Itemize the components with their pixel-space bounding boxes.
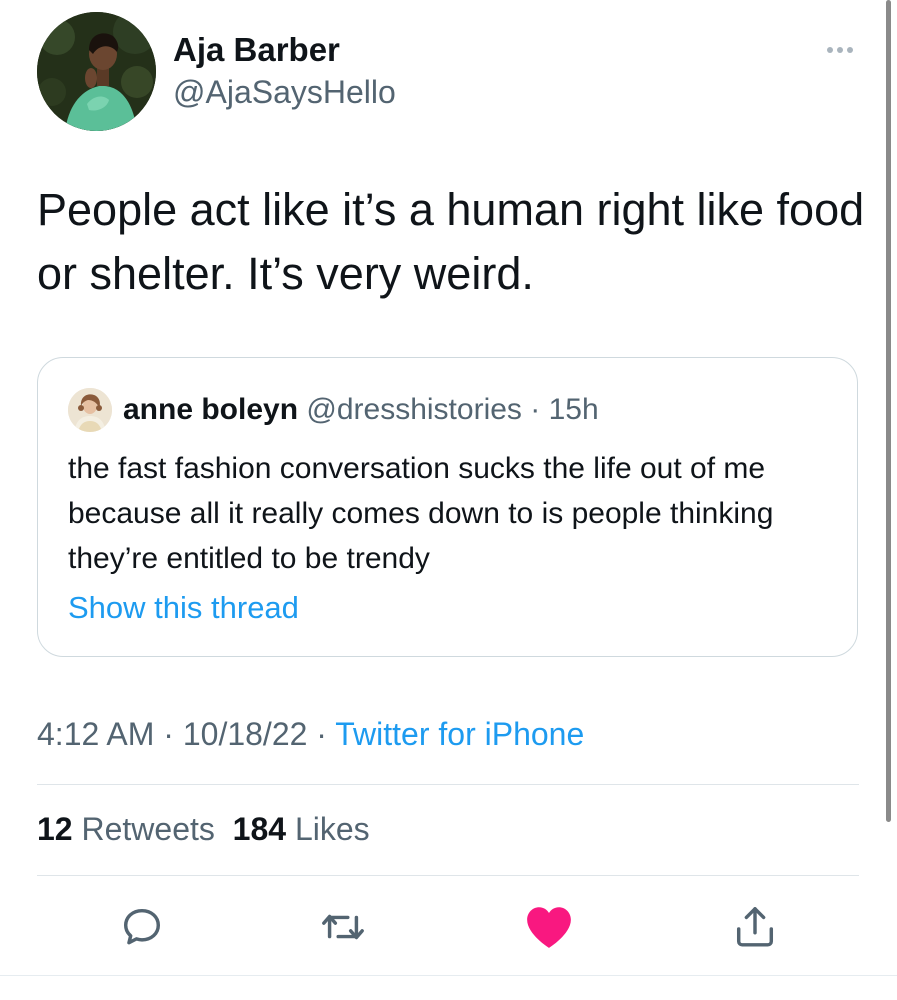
- quote-author-avatar-image: [68, 388, 112, 432]
- author-handle[interactable]: @AjaSaysHello: [173, 74, 396, 111]
- quote-author-name[interactable]: anne boleyn: [123, 393, 298, 426]
- more-dot-icon: [847, 47, 853, 53]
- heart-icon: [527, 907, 571, 948]
- quote-separator: ·: [521, 393, 549, 426]
- share-button[interactable]: [730, 902, 780, 952]
- more-dot-icon: [837, 47, 843, 53]
- likes-label: Likes: [294, 811, 370, 847]
- quote-header: anne boleyn @dresshistories · 15h: [123, 393, 599, 427]
- more-dot-icon: [827, 47, 833, 53]
- retweets-count: 12: [37, 811, 73, 847]
- quote-time[interactable]: 15h: [549, 393, 599, 426]
- bottom-divider: [0, 975, 897, 976]
- show-thread-link[interactable]: Show this thread: [68, 590, 299, 626]
- retweet-icon: [322, 914, 364, 940]
- reply-button[interactable]: [117, 902, 167, 952]
- retweet-button[interactable]: [318, 902, 368, 952]
- author-avatar[interactable]: [37, 12, 156, 131]
- quoted-tweet-card[interactable]: anne boleyn @dresshistories · 15h the fa…: [37, 357, 858, 657]
- scrollbar[interactable]: [886, 0, 891, 822]
- likes-stat[interactable]: 184 Likes: [233, 811, 370, 847]
- tweet-stats: 12 Retweets 184 Likes: [37, 811, 370, 848]
- author-name[interactable]: Aja Barber: [173, 31, 340, 69]
- retweets-stat[interactable]: 12 Retweets: [37, 811, 215, 847]
- quote-author-handle[interactable]: @dresshistories: [306, 393, 522, 426]
- tweet-meta: 4:12 AM · 10/18/22 · Twitter for iPhone: [37, 716, 584, 753]
- share-icon: [736, 907, 774, 947]
- meta-separator: ·: [307, 716, 336, 752]
- tweet-detail-view: Aja Barber @AjaSaysHello People act like…: [0, 0, 897, 1000]
- tweet-date[interactable]: 10/18/22: [183, 716, 308, 752]
- retweets-label: Retweets: [81, 811, 215, 847]
- author-avatar-image: [37, 12, 156, 131]
- like-button[interactable]: [524, 902, 574, 952]
- tweet-time[interactable]: 4:12 AM: [37, 716, 154, 752]
- quote-text: the fast fashion conversation sucks the …: [68, 452, 774, 575]
- reply-icon: [123, 908, 161, 945]
- meta-separator: ·: [154, 716, 183, 752]
- divider: [37, 875, 859, 876]
- quote-author-avatar[interactable]: [68, 388, 112, 432]
- more-options-button[interactable]: [817, 35, 863, 65]
- likes-count: 184: [232, 811, 287, 847]
- tweet-source[interactable]: Twitter for iPhone: [335, 716, 584, 752]
- divider: [37, 784, 859, 785]
- tweet-text: People act like it’s a human right like …: [37, 184, 865, 299]
